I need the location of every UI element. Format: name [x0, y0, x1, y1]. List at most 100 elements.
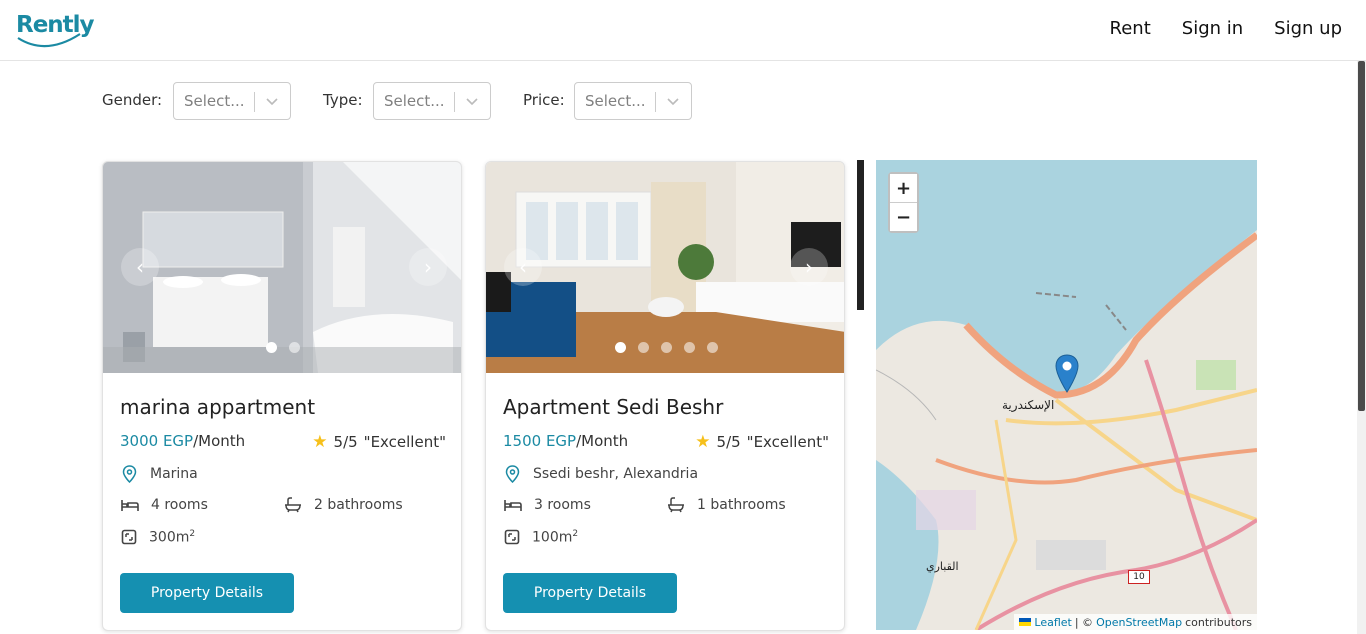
area-text: 300m2	[149, 529, 195, 546]
carousel-dot[interactable]	[660, 342, 672, 353]
bathrooms-text: 1 bathrooms	[697, 497, 786, 513]
bed-icon	[504, 500, 522, 511]
star-icon: ★	[312, 432, 328, 452]
listing-area: 300m2	[121, 529, 195, 546]
rooms-text: 4 rooms	[151, 497, 208, 513]
listing-bathrooms: 1 bathrooms	[667, 497, 786, 513]
listing-card: ‹ › marina appartment 3000 EGP/Month ★ 5…	[102, 161, 462, 631]
openstreetmap-link[interactable]: OpenStreetMap	[1096, 616, 1182, 629]
chevron-down-icon	[266, 98, 278, 106]
bathtub-icon	[285, 497, 301, 513]
map-marker-icon[interactable]	[1055, 354, 1079, 394]
main-nav: Rent Sign in Sign up	[1110, 18, 1342, 39]
bathrooms-text: 2 bathrooms	[314, 497, 403, 513]
carousel-dot[interactable]	[637, 342, 649, 353]
carousel-dot[interactable]	[706, 342, 718, 353]
price-filter-label: Price:	[523, 91, 565, 109]
listing-area: 100m2	[504, 529, 578, 546]
nav-sign-up[interactable]: Sign up	[1274, 18, 1342, 39]
listing-card: ‹ › Apartment Sedi Beshr 1500 EGP/Month …	[485, 161, 845, 631]
chevron-right-icon: ›	[805, 255, 813, 279]
price-select[interactable]: Select...	[574, 82, 692, 120]
chevron-left-icon: ‹	[136, 255, 144, 279]
chevron-down-icon	[667, 98, 679, 106]
gender-select-placeholder: Select...	[184, 92, 245, 110]
map-city-label: الإسكندرية	[1002, 398, 1055, 412]
listing-title: marina appartment	[120, 395, 316, 419]
listing-price: 1500 EGP/Month	[503, 432, 628, 450]
listings-map[interactable]: + − الإسكندرية القباري 10 Leaflet | © Op…	[876, 160, 1257, 630]
nav-sign-in[interactable]: Sign in	[1182, 18, 1243, 39]
price-period: /Month	[576, 432, 629, 450]
map-district-label: القباري	[926, 560, 959, 573]
star-icon: ★	[695, 432, 711, 452]
area-icon	[504, 530, 520, 545]
attribution-contributors: contributors	[1185, 615, 1252, 629]
leaflet-link[interactable]: Leaflet	[1034, 616, 1071, 629]
chevron-right-icon: ›	[424, 255, 432, 279]
listing-rooms: 3 rooms	[504, 497, 591, 513]
area-text: 100m2	[532, 529, 578, 546]
map-road-number: 10	[1128, 570, 1150, 584]
chevron-left-icon: ‹	[519, 255, 527, 279]
carousel-dots	[103, 342, 461, 353]
price-select-placeholder: Select...	[585, 92, 646, 110]
type-select-placeholder: Select...	[384, 92, 445, 110]
map-attribution: Leaflet | © OpenStreetMap contributors	[1014, 614, 1257, 630]
carousel-dot[interactable]	[289, 342, 300, 353]
prev-image-button[interactable]: ‹	[121, 248, 159, 286]
property-details-button[interactable]: Property Details	[503, 573, 677, 613]
listing-photo-carousel[interactable]: ‹ ›	[486, 162, 844, 373]
gender-select[interactable]: Select...	[173, 82, 291, 120]
page-scroll-thumb[interactable]	[1358, 61, 1365, 411]
rooms-text: 3 rooms	[534, 497, 591, 513]
rating-score: 5/5	[716, 433, 741, 451]
map-zoom-control: + −	[888, 172, 919, 233]
carousel-dot[interactable]	[614, 342, 626, 353]
price-amount: 3000 EGP	[120, 432, 194, 450]
property-details-button[interactable]: Property Details	[120, 573, 294, 613]
listing-rooms: 4 rooms	[121, 497, 208, 513]
area-value: 100m	[532, 529, 573, 546]
rating-label: "Excellent"	[746, 433, 829, 451]
zoom-in-button[interactable]: +	[890, 174, 917, 202]
area-unit-superscript: 2	[572, 529, 579, 539]
page-scrollbar[interactable]	[1357, 61, 1366, 634]
listings-scroll-thumb[interactable]	[857, 160, 864, 310]
carousel-dot[interactable]	[683, 342, 695, 353]
type-select[interactable]: Select...	[373, 82, 491, 120]
nav-rent[interactable]: Rent	[1110, 18, 1151, 39]
bed-icon	[121, 500, 139, 511]
listing-location: Marina	[121, 465, 198, 483]
listing-title: Apartment Sedi Beshr	[503, 395, 724, 419]
next-image-button[interactable]: ›	[790, 248, 828, 286]
listing-photo-carousel[interactable]: ‹ ›	[103, 162, 461, 373]
chevron-down-icon	[466, 98, 478, 106]
attribution-separator: | ©	[1074, 615, 1094, 629]
rating-label: "Excellent"	[363, 433, 446, 451]
select-separator	[254, 92, 255, 112]
price-period: /Month	[193, 432, 246, 450]
ukraine-flag-icon	[1019, 618, 1032, 626]
listing-rating: ★ 5/5 "Excellent"	[312, 432, 446, 452]
listing-rating: ★ 5/5 "Excellent"	[695, 432, 829, 452]
zoom-out-button[interactable]: −	[890, 203, 917, 231]
next-image-button[interactable]: ›	[409, 248, 447, 286]
carousel-dot[interactable]	[266, 342, 277, 353]
listing-location: Ssedi beshr, Alexandria	[504, 465, 698, 483]
rating-score: 5/5	[333, 433, 358, 451]
area-value: 300m	[149, 529, 190, 546]
select-separator	[454, 92, 455, 112]
location-text: Marina	[150, 466, 198, 482]
location-pin-icon	[122, 465, 137, 483]
location-pin-icon	[505, 465, 520, 483]
select-separator	[655, 92, 656, 112]
prev-image-button[interactable]: ‹	[504, 248, 542, 286]
top-header: Rently Rent Sign in Sign up	[0, 0, 1366, 61]
price-amount: 1500 EGP	[503, 432, 577, 450]
listing-price: 3000 EGP/Month	[120, 432, 245, 450]
rently-logo[interactable]: Rently	[16, 12, 95, 52]
carousel-dots	[486, 342, 844, 353]
location-text: Ssedi beshr, Alexandria	[533, 466, 699, 482]
bathtub-icon	[668, 497, 684, 513]
